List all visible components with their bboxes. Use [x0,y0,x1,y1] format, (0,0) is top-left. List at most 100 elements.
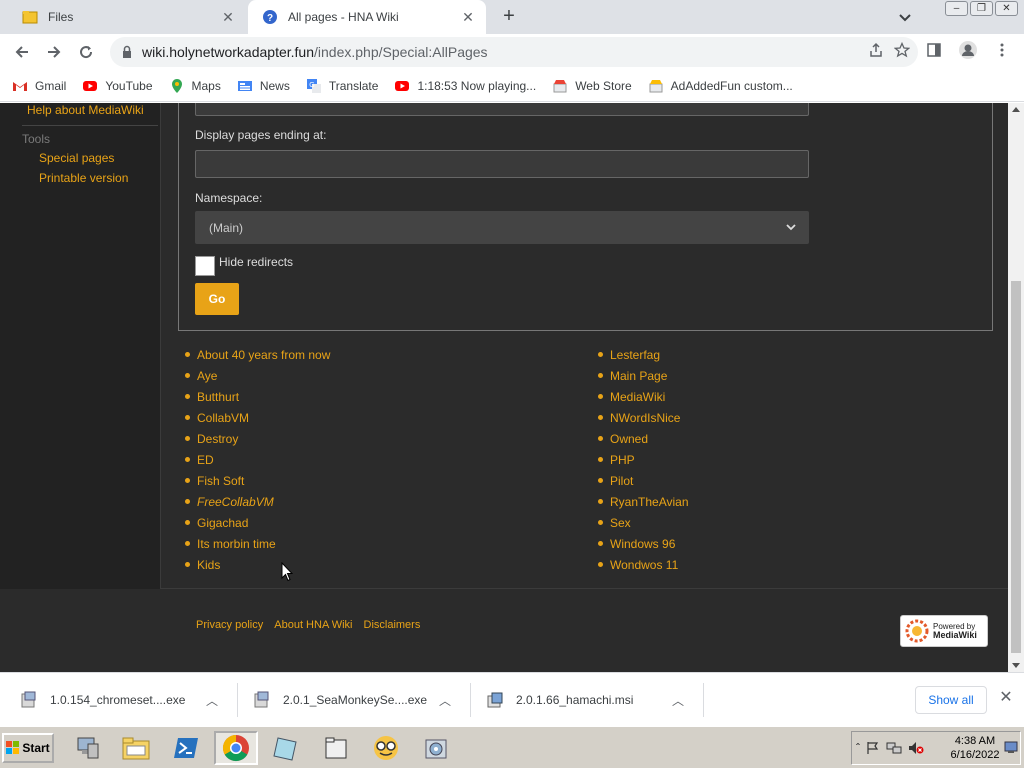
list-item[interactable]: About 40 years from now [185,344,330,365]
from-field[interactable] [195,103,809,116]
download-item[interactable]: 2.0.1.66_hamachi.msi ︿ [486,683,701,717]
show-all-downloads-button[interactable]: Show all [915,686,987,714]
list-item[interactable]: Butthurt [185,386,330,407]
page-link[interactable]: RyanTheAvian [610,495,689,509]
page-link[interactable]: CollabVM [197,411,249,425]
page-link[interactable]: Owned [610,432,648,446]
list-item[interactable]: MediaWiki [598,386,689,407]
list-item[interactable]: Destroy [185,428,330,449]
download-item[interactable]: 2.0.1_SeaMonkeySe....exe ︿ [253,683,468,717]
page-link[interactable]: Kids [197,558,220,572]
footer-link-disclaimers[interactable]: Disclaimers [364,619,421,631]
close-icon[interactable]: ✕ [998,690,1014,706]
list-item[interactable]: Its morbin time [185,533,330,554]
bookmark-web-store[interactable]: Web Store [552,78,632,94]
page-link[interactable]: Aye [197,369,217,383]
powered-by-mediawiki-badge[interactable]: Powered by MediaWiki [900,615,988,647]
side-panel-button[interactable] [920,36,948,64]
sidebar-item-help[interactable]: Help about MediaWiki [27,103,144,117]
bookmark-youtube[interactable]: YouTube [82,78,153,94]
address-bar[interactable]: wiki.holynetworkadapter.fun/index.php/Sp… [110,37,918,67]
list-item[interactable]: NWordIsNice [598,407,689,428]
reload-button[interactable] [70,36,102,68]
page-link[interactable]: Wondwos 11 [610,558,678,572]
bookmark-adaddedfun[interactable]: AdAddedFun custom... [648,78,793,94]
volume-muted-icon[interactable] [908,741,924,755]
taskbar-app-media[interactable] [414,731,458,765]
list-item[interactable]: Main Page [598,365,689,386]
list-item[interactable]: Aye [185,365,330,386]
start-button[interactable]: Start [2,733,54,763]
chevron-up-icon[interactable]: ︿ [672,692,684,709]
chevron-up-icon[interactable]: ︿ [206,692,218,709]
page-scrollbar[interactable] [1008,103,1024,672]
minimize-button[interactable]: – [945,1,968,16]
show-desktop-icon[interactable] [1004,740,1018,754]
download-item[interactable]: 1.0.154_chromeset....exe ︿ [20,683,235,717]
bookmark-news[interactable]: News [237,78,290,94]
list-item[interactable]: Fish Soft [185,470,330,491]
list-item[interactable]: CollabVM [185,407,330,428]
page-link[interactable]: Fish Soft [197,474,244,488]
list-item[interactable]: Owned [598,428,689,449]
sidebar-item-special-pages[interactable]: Special pages [39,151,114,165]
flag-icon[interactable] [866,741,880,755]
scroll-up-icon[interactable] [1012,107,1020,112]
go-button[interactable]: Go [195,283,239,315]
list-item[interactable]: Pilot [598,470,689,491]
page-link[interactable]: Pilot [610,474,633,488]
list-item[interactable]: Sex [598,512,689,533]
redirect-link[interactable]: FreeCollabVM [197,495,274,509]
list-item[interactable]: RyanTheAvian [598,491,689,512]
scroll-down-icon[interactable] [1012,663,1020,668]
maximize-button[interactable]: ❐ [970,1,993,16]
tab-files[interactable]: Files ✕ [8,0,246,34]
list-item[interactable]: FreeCollabVM [185,491,330,512]
chevron-up-icon[interactable]: ︿ [439,692,451,709]
page-link[interactable]: MediaWiki [610,390,665,404]
list-item[interactable]: Gigachad [185,512,330,533]
ending-field[interactable] [195,150,809,178]
list-item[interactable]: PHP [598,449,689,470]
sidebar-item-printable-version[interactable]: Printable version [39,171,128,185]
footer-link-about[interactable]: About HNA Wiki [274,619,352,631]
footer-link-privacy[interactable]: Privacy policy [196,619,263,631]
page-link[interactable]: About 40 years from now [197,348,330,362]
page-link[interactable]: Main Page [610,369,667,383]
list-item[interactable]: Lesterfag [598,344,689,365]
page-link[interactable]: ED [197,453,214,467]
list-item[interactable]: Kids [185,554,330,575]
bookmark-translate[interactable]: G Translate [306,78,378,94]
scrollbar-thumb[interactable] [1011,281,1021,653]
page-link[interactable]: Sex [610,516,631,530]
clock[interactable]: 4:38 AM 6/16/2022 [946,734,1004,762]
bookmark-gmail[interactable]: Gmail [12,78,66,94]
page-link[interactable]: PHP [610,453,635,467]
page-link[interactable]: Its morbin time [197,537,276,551]
taskbar-app-notebook[interactable] [264,731,308,765]
page-link[interactable]: NWordIsNice [610,411,680,425]
bookmark-now-playing[interactable]: 1:18:53 Now playing... [394,78,536,94]
taskbar-app-nerd[interactable] [364,731,408,765]
chevron-down-icon[interactable] [896,8,914,26]
close-window-button[interactable]: ✕ [995,1,1018,16]
taskbar-app-chrome[interactable] [214,731,258,765]
namespace-select[interactable]: (Main) [195,211,809,244]
profile-button[interactable] [954,36,982,64]
list-item[interactable]: Windows 96 [598,533,689,554]
taskbar-app-files[interactable] [314,731,358,765]
page-link[interactable]: Windows 96 [610,537,675,551]
hide-redirects-label[interactable]: Hide redirects [219,255,293,269]
new-tab-button[interactable]: + [498,6,520,28]
page-link[interactable]: Gigachad [197,516,248,530]
bookmark-maps[interactable]: Maps [169,78,221,94]
star-icon[interactable] [894,42,910,58]
taskbar-app-powershell[interactable] [164,731,208,765]
page-link[interactable]: Butthurt [197,390,239,404]
network-icon[interactable] [886,741,902,755]
share-icon[interactable] [868,42,884,58]
back-button[interactable] [6,36,38,68]
taskbar-app-explorer[interactable] [114,731,158,765]
forward-button[interactable] [38,36,70,68]
menu-button[interactable] [988,36,1016,64]
